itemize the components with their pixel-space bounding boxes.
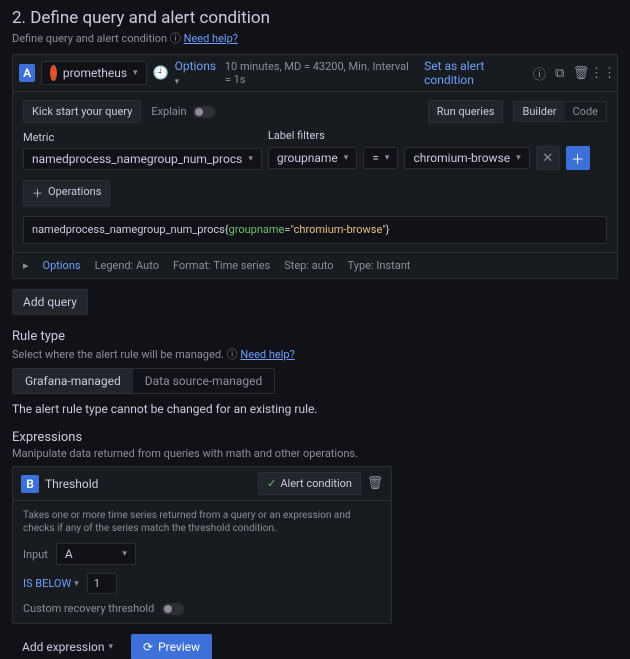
help-link[interactable]: Need help?	[184, 32, 238, 45]
input-select[interactable]: A▾	[56, 543, 136, 565]
chevron-down-icon: ▾	[133, 68, 138, 78]
query-badge[interactable]: A	[19, 64, 35, 82]
prometheus-icon	[50, 65, 57, 81]
remove-filter-button[interactable]: ✕	[536, 146, 560, 170]
query-header: A prometheus ▾ 🕘 Options ▾ 10 minutes, M…	[13, 55, 617, 92]
expressions-sub: Manipulate data returned from queries wi…	[12, 447, 618, 460]
tab-grafana-managed[interactable]: Grafana-managed	[13, 369, 133, 393]
format-info: Format: Time series	[173, 259, 270, 272]
filter-key-select[interactable]: groupname ▾	[268, 147, 357, 169]
expr-name: Threshold	[45, 477, 98, 491]
expand-icon[interactable]: ▸	[23, 259, 29, 272]
explain-toggle[interactable]: Explain	[151, 105, 214, 118]
ruletype-help[interactable]: Need help?	[240, 348, 294, 361]
drag-icon[interactable]: ⋮⋮	[595, 65, 611, 81]
input-label: Input	[23, 548, 48, 561]
section-title: 2. Define query and alert condition	[12, 8, 618, 28]
copy-icon[interactable]: ⧉	[553, 65, 567, 81]
metric-select[interactable]: namedprocess_namegroup_num_procs ▾	[23, 148, 262, 170]
ruletype-sub: Select where the alert rule will be mana…	[12, 346, 618, 362]
add-expression-button[interactable]: Add expression ▾	[12, 634, 123, 659]
alert-condition-chip[interactable]: ✓ Alert condition	[258, 472, 361, 495]
ruletype-tabs: Grafana-managed Data source-managed	[12, 368, 275, 394]
filters-label: Label filters	[268, 129, 590, 142]
refresh-icon: ⟳	[143, 640, 153, 654]
delete-expr-icon[interactable]: 🗑	[367, 476, 383, 492]
builder-code-switch[interactable]: Builder Code	[513, 101, 607, 122]
expr-badge[interactable]: B	[21, 475, 39, 493]
section-subtitle: Define query and alert condition ⓘ Need …	[12, 30, 618, 46]
clock-icon[interactable]: 🕘	[153, 65, 169, 81]
query-footer: ▸ Options Legend: Auto Format: Time seri…	[13, 252, 617, 278]
custom-recovery-toggle[interactable]: Custom recovery threshold	[23, 602, 381, 615]
ruletype-title: Rule type	[12, 329, 618, 344]
time-info: 10 minutes, MD = 43200, Min. Interval = …	[225, 60, 412, 86]
kick-start-button[interactable]: Kick start your query	[23, 100, 141, 123]
threshold-value-input[interactable]	[87, 573, 117, 594]
check-icon: ✓	[267, 477, 276, 490]
preview-button[interactable]: ⟳ Preview	[131, 634, 212, 659]
run-queries-button[interactable]: Run queries	[428, 100, 504, 123]
legend-info: Legend: Auto	[95, 259, 159, 272]
type-info: Type: Instant	[348, 259, 411, 272]
add-query-button[interactable]: Add query	[12, 289, 88, 315]
builder-tab[interactable]: Builder	[514, 102, 564, 121]
trash-icon[interactable]: 🗑	[573, 65, 589, 81]
info-icon: ⓘ	[170, 32, 184, 45]
add-filter-button[interactable]: ＋	[566, 146, 590, 170]
code-tab[interactable]: Code	[565, 102, 606, 121]
expression-card: B Threshold ✓ Alert condition 🗑 Takes on…	[12, 466, 392, 624]
filter-op-select[interactable]: = ▾	[363, 147, 398, 169]
query-panel: A prometheus ▾ 🕘 Options ▾ 10 minutes, M…	[12, 54, 618, 279]
ruletype-note: The alert rule type cannot be changed fo…	[12, 402, 618, 416]
metric-label: Metric	[23, 131, 262, 144]
query-string: namedprocess_namegroup_num_procs{groupna…	[23, 216, 607, 244]
query-options-toggle[interactable]: Options ▾	[175, 59, 219, 87]
operations-button[interactable]: ＋ Operations	[23, 180, 110, 206]
datasource-select[interactable]: prometheus ▾	[41, 61, 146, 85]
tab-ds-managed[interactable]: Data source-managed	[133, 369, 274, 393]
expressions-title: Expressions	[12, 430, 618, 445]
footer-options[interactable]: Options	[43, 259, 81, 272]
set-alert-condition[interactable]: Set as alert condition	[424, 59, 526, 87]
condition-select[interactable]: IS BELOW ▾	[23, 577, 79, 590]
expr-desc: Takes one or more time series returned f…	[23, 509, 381, 535]
info-icon[interactable]: ⓘ	[532, 65, 546, 81]
step-info: Step: auto	[284, 259, 333, 272]
filter-value-select[interactable]: chromium-browse ▾	[404, 147, 529, 169]
